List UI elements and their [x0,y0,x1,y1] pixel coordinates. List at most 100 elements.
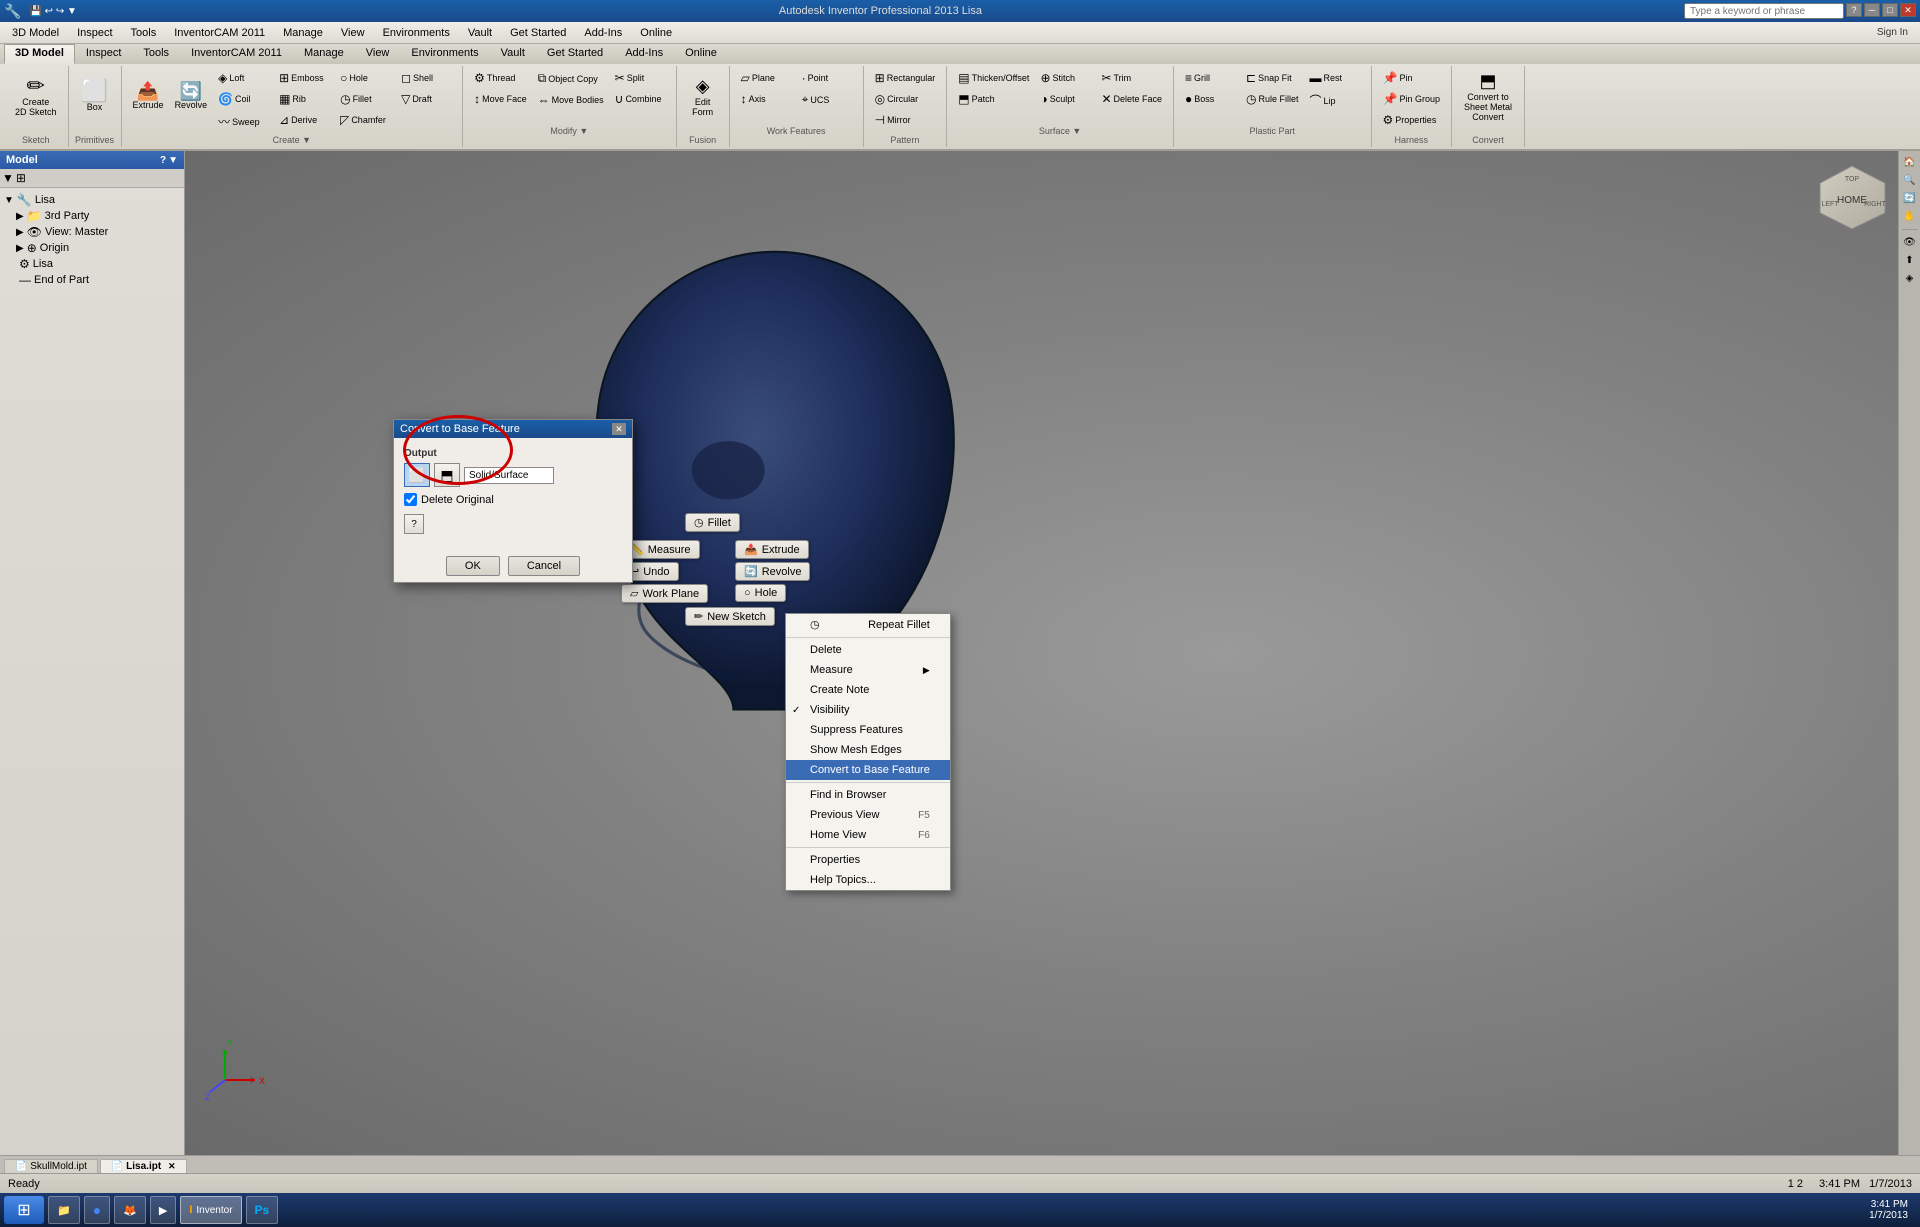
ucs-button[interactable]: ⌖UCS [797,89,857,110]
nav-orbit-icon[interactable]: 🔄 [1901,191,1917,206]
patch-button[interactable]: ⬒Patch [953,89,1013,109]
ctx-home-view[interactable]: Home View F6 [786,825,950,845]
extrude-button[interactable]: 📤 Extrude [128,68,169,124]
nav-zoom-icon[interactable]: 🔍 [1901,173,1917,188]
nav-cube[interactable]: HOME TOP RIGHT LEFT [1815,161,1890,236]
move-face-button[interactable]: ↕Move Face [469,89,532,109]
rectangular-button[interactable]: ⊞Rectangular [870,68,941,88]
tree-item-lisa[interactable]: ⚙ Lisa [4,256,180,272]
close-button[interactable]: ✕ [1900,3,1916,17]
nav-look-icon[interactable]: 👁 [1901,235,1918,250]
ctx-convert-base-feature[interactable]: Convert to Base Feature [786,760,950,780]
taskbar-explorer[interactable]: 📁 [48,1196,80,1224]
menu-3dmodel[interactable]: 3D Model [4,25,67,41]
dialog-help-btn[interactable]: ? [404,514,424,534]
coil-button[interactable]: 🌀Coil [213,89,273,109]
menu-inspect[interactable]: Inspect [69,25,120,41]
chamfer-button[interactable]: ◸Chamfer [335,110,395,130]
boss-button[interactable]: ●Boss [1180,89,1240,109]
create-2d-sketch-button[interactable]: ✏ Create2D Sketch [10,68,62,124]
ctx-help-topics[interactable]: Help Topics... [786,870,950,890]
trim-button[interactable]: ✂Trim [1096,68,1156,88]
point-button[interactable]: ·Point [797,68,857,88]
taskbar-photoshop[interactable]: Ps [246,1196,279,1224]
taskbar-chrome[interactable]: ● [84,1196,110,1224]
tab-online[interactable]: Online [674,44,728,64]
axis-button[interactable]: ↕Axis [736,89,796,109]
box-button[interactable]: ⬜ Box [75,68,115,124]
search-input[interactable] [1684,3,1844,19]
menu-getstarted[interactable]: Get Started [502,25,574,41]
stitch-button[interactable]: ⊕Stitch [1035,68,1095,88]
emboss-button[interactable]: ⊞Emboss [274,68,334,88]
convert-sheetmetal-button[interactable]: ⬒ Convert toSheet MetalConvert [1458,68,1518,125]
snapfit-button[interactable]: ⊏Snap Fit [1241,68,1301,88]
menu-environments[interactable]: Environments [375,25,458,41]
draft-button[interactable]: ▽Draft [396,89,456,109]
tab-tools[interactable]: Tools [132,44,180,64]
menu-view[interactable]: View [333,25,373,41]
nav-full-nav-icon[interactable]: ◈ [1904,271,1916,286]
sidebar-filter-icon[interactable]: ▼ [2,171,14,185]
mirror-button[interactable]: ⊣Mirror [870,110,930,130]
tab-lisa[interactable]: 📄 Lisa.ipt ✕ [100,1159,187,1173]
plane-button[interactable]: ▱Plane [736,68,796,88]
rest-button[interactable]: ▬Rest [1305,68,1365,88]
menu-manage[interactable]: Manage [275,25,331,41]
delete-face-button[interactable]: ✕Delete Face [1096,89,1167,109]
float-workplane-button[interactable]: ▱ Work Plane [621,584,708,603]
ctx-repeat-fillet[interactable]: ◷ Repeat Fillet [786,614,950,635]
tree-item-viewmaster[interactable]: ▶ 👁 View: Master [4,224,180,240]
derive-button[interactable]: ⊿Derive [274,110,334,130]
tab-inspect[interactable]: Inspect [75,44,132,64]
tree-item-lisa-root[interactable]: ▼ 🔧 Lisa [4,192,180,208]
ctx-delete[interactable]: Delete [786,640,950,660]
tab-manage[interactable]: Manage [293,44,355,64]
viewport[interactable]: HOME TOP RIGHT LEFT X Y Z ◷ Fillet 📏 Me [185,151,1920,1155]
ctx-properties[interactable]: Properties [786,850,950,870]
loft-button[interactable]: ◈Loft [213,68,273,88]
dialog-ok-button[interactable]: OK [446,556,500,576]
dialog-solid-btn[interactable]: ⬜ [404,463,430,487]
dialog-delete-checkbox[interactable] [404,493,417,506]
tab-getstarted[interactable]: Get Started [536,44,614,64]
float-fillet-button[interactable]: ◷ Fillet [685,513,740,532]
signin-label[interactable]: Sign In [1869,27,1916,38]
float-revolve-button[interactable]: 🔄 Revolve [735,562,810,581]
pin-group-button[interactable]: 📌Pin Group [1378,89,1445,109]
tab-inventorcam[interactable]: InventorCAM 2011 [180,44,293,64]
taskbar-mediaplayer[interactable]: ▶ [150,1196,176,1224]
split-button[interactable]: ✂Split [610,68,670,88]
ctx-suppress[interactable]: Suppress Features [786,720,950,740]
tree-item-endofpart[interactable]: — End of Part [4,272,180,288]
thicken-button[interactable]: ▤Thicken/Offset [953,68,1034,88]
grill-button[interactable]: ≡Grill [1180,68,1240,88]
edit-form-button[interactable]: ◈ EditForm [683,68,723,124]
sidebar-collapse-icon[interactable]: ▼ [168,155,178,166]
tab-lisa-close[interactable]: ✕ [168,1161,176,1171]
tab-environments[interactable]: Environments [400,44,489,64]
hole-button[interactable]: ○Hole [335,68,395,88]
nav-home-icon[interactable]: 🏠 [1901,155,1917,170]
taskbar-clock[interactable]: 3:41 PM 1/7/2013 [1869,1199,1916,1221]
nav-walk-icon[interactable]: ⬆ [1903,253,1915,268]
menu-tools[interactable]: Tools [123,25,165,41]
dialog-close-button[interactable]: ✕ [612,423,626,435]
start-button[interactable]: ⊞ [4,1196,44,1224]
taskbar-inventor[interactable]: I Inventor [180,1196,241,1224]
dialog-cancel-button[interactable]: Cancel [508,556,580,576]
ctx-prev-view[interactable]: Previous View F5 [786,805,950,825]
rulefillet-button[interactable]: ◷Rule Fillet [1241,89,1304,109]
menu-inventorcam[interactable]: InventorCAM 2011 [166,25,273,41]
pin-button[interactable]: 📌Pin [1378,68,1438,88]
tab-view[interactable]: View [355,44,401,64]
tree-item-origin[interactable]: ▶ ⊕ Origin [4,240,180,256]
combine-button[interactable]: ∪Combine [610,89,670,109]
menu-addins[interactable]: Add-Ins [576,25,630,41]
tab-3dmodel[interactable]: 3D Model [4,44,75,64]
thread-button[interactable]: ⚙Thread [469,68,529,88]
taskbar-firefox[interactable]: 🦊 [114,1196,146,1224]
harness-properties-button[interactable]: ⚙Properties [1378,110,1442,130]
ctx-measure[interactable]: Measure ▶ [786,660,950,680]
shell-button[interactable]: ◻Shell [396,68,456,88]
